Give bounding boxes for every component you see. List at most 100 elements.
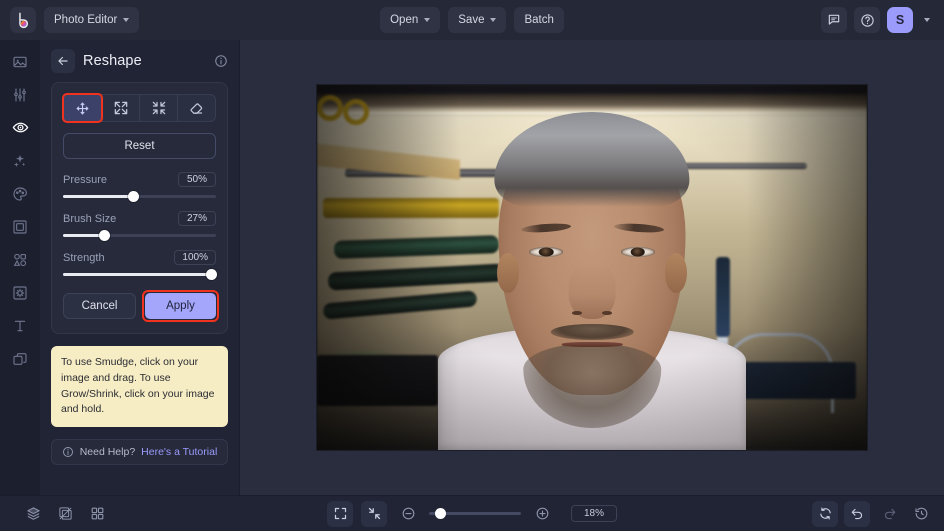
smudge-tool[interactable] (64, 95, 102, 121)
pressure-label: Pressure (63, 174, 107, 186)
avatar-chevron-down-icon[interactable] (920, 14, 934, 26)
brush-size-label: Brush Size (63, 213, 116, 225)
brush-size-slider: Brush Size 27% (63, 211, 216, 237)
ear-right (665, 253, 687, 293)
mouth (562, 342, 623, 347)
strength-slider: Strength 100% (63, 250, 216, 276)
product-menu-button[interactable]: Photo Editor (44, 7, 139, 33)
pressure-slider-row: Pressure 50% (63, 172, 216, 187)
chevron-down-icon (123, 18, 129, 22)
save-button[interactable]: Save (448, 7, 506, 33)
portrait-subject (317, 85, 867, 450)
history-icon[interactable] (908, 501, 934, 527)
zoom-level-value[interactable]: 18% (571, 505, 617, 522)
avatar[interactable]: S (887, 7, 913, 33)
sidebar-item-artistic[interactable] (5, 182, 35, 205)
ear-left (497, 253, 519, 293)
chevron-down-icon (424, 18, 430, 22)
edited-photo[interactable] (317, 85, 867, 450)
pressure-knob[interactable] (128, 191, 139, 202)
open-button[interactable]: Open (380, 7, 440, 33)
compare-split-icon[interactable] (52, 501, 78, 527)
strength-label: Strength (63, 252, 105, 264)
nostril-left (572, 311, 582, 315)
sidebar-item-image[interactable] (5, 50, 35, 73)
panel-actions: Cancel Apply (63, 293, 216, 319)
grey-hair (494, 112, 689, 207)
undo-icon[interactable] (844, 501, 870, 527)
brush-size-slider-row: Brush Size 27% (63, 211, 216, 226)
topbar-right-group: S (821, 7, 934, 33)
brush-size-track[interactable] (63, 234, 216, 237)
shrink-tool[interactable] (140, 95, 178, 121)
need-help-tutorial-link[interactable]: Need Help? Here's a Tutorial (51, 439, 228, 465)
strength-knob[interactable] (206, 269, 217, 280)
need-help-label: Need Help? (80, 446, 135, 458)
product-menu-label: Photo Editor (54, 14, 117, 26)
reset-rotate-icon[interactable] (812, 501, 838, 527)
top-toolbar: Photo Editor Open Save Batch (0, 0, 944, 40)
brush-size-knob[interactable] (99, 230, 110, 241)
sidebar-item-text[interactable] (5, 314, 35, 337)
sidebar-item-layers[interactable] (5, 347, 35, 370)
sidebar-item-adjust[interactable] (5, 83, 35, 106)
panel-header: Reshape (51, 40, 228, 78)
zoom-in-plus-icon[interactable] (529, 501, 555, 527)
bottombar-right-group (812, 501, 934, 527)
chevron-down-icon (490, 18, 496, 22)
layers-icon[interactable] (20, 501, 46, 527)
grow-tool[interactable] (102, 95, 140, 121)
sidebar-item-retouch[interactable] (5, 116, 35, 139)
pressure-fill (63, 195, 133, 198)
eye-left (529, 247, 564, 256)
topbar-center-group: Open Save Batch (0, 0, 944, 40)
zoom-out-minus-icon[interactable] (395, 501, 421, 527)
topbar-left-group: Photo Editor (10, 7, 139, 33)
save-button-label: Save (458, 14, 484, 26)
zoom-actual-size-icon[interactable] (361, 501, 387, 527)
tool-selector-group (63, 94, 216, 122)
sidebar-item-textures[interactable] (5, 281, 35, 304)
strength-slider-row: Strength 100% (63, 250, 216, 265)
redo-icon[interactable] (876, 501, 902, 527)
sidebar-item-overlays[interactable] (5, 248, 35, 271)
info-circle-icon[interactable] (214, 54, 228, 68)
bottombar-left-group (20, 501, 226, 527)
app-body: Reshape (0, 40, 944, 495)
fit-to-screen-icon[interactable] (327, 501, 353, 527)
zoom-slider-knob[interactable] (435, 508, 446, 519)
open-button-label: Open (390, 14, 418, 26)
help-question-icon[interactable] (854, 7, 880, 33)
pressure-track[interactable] (63, 195, 216, 198)
strength-fill (63, 273, 211, 276)
brush-size-value: 27% (178, 211, 216, 226)
photo-editor-app: Photo Editor Open Save Batch (0, 0, 944, 531)
strength-track[interactable] (63, 273, 216, 276)
zoom-slider[interactable] (429, 512, 521, 515)
reshape-controls-card: Reset Pressure 50% Brush Size (51, 82, 228, 334)
apply-button[interactable]: Apply (145, 293, 216, 319)
arrow-left-icon[interactable] (51, 49, 75, 73)
sidebar-item-frames[interactable] (5, 215, 35, 238)
left-rail (0, 40, 40, 495)
tooltip-content: To use Smudge, click on your image and d… (51, 346, 228, 427)
tutorial-link-label: Here's a Tutorial (141, 446, 217, 458)
bottom-toolbar: 18% (0, 495, 944, 531)
strength-value: 100% (174, 250, 216, 265)
apply-button-highlight: Apply (145, 293, 216, 319)
page-title: Reshape (83, 53, 142, 69)
batch-button-label: Batch (524, 14, 553, 26)
bee-logo-icon[interactable] (10, 7, 36, 33)
feedback-chat-icon[interactable] (821, 7, 847, 33)
canvas-area[interactable] (240, 40, 944, 495)
cancel-button[interactable]: Cancel (63, 293, 136, 319)
reset-button[interactable]: Reset (63, 133, 216, 159)
eye-right (621, 247, 656, 256)
sidebar-item-effects[interactable] (5, 149, 35, 172)
eraser-tool[interactable] (178, 95, 215, 121)
batch-button[interactable]: Batch (514, 7, 563, 33)
info-circle-icon (62, 446, 74, 458)
grid-view-icon[interactable] (84, 501, 110, 527)
reshape-panel: Reshape (40, 40, 240, 495)
pressure-value: 50% (178, 172, 216, 187)
